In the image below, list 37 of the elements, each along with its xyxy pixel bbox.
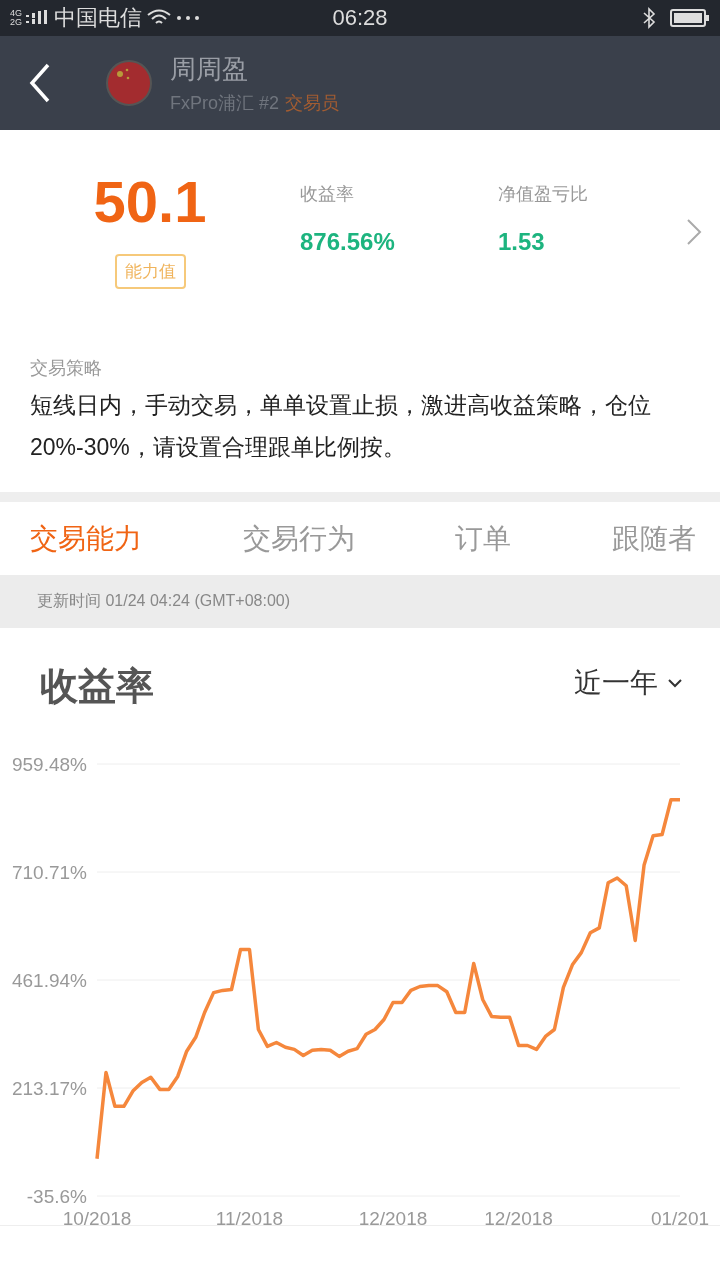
section-title: 交易策略 [30, 357, 103, 380]
y-tick-label: 710.71% [12, 862, 87, 883]
stat-value: 876.56% [300, 228, 396, 256]
stat-label: 净值盈亏比 [498, 183, 589, 206]
tab[interactable]: 交易能力 [30, 519, 142, 558]
more-icon [176, 15, 200, 21]
x-tick-label: 01/201 [650, 1208, 710, 1225]
network-type: 4G 2G [10, 9, 22, 27]
y-tick-label: 213.17% [12, 1078, 87, 1099]
tab[interactable]: 跟随者 [611, 519, 696, 558]
role-label: 交易员 [285, 91, 340, 115]
chart-title: 收益率 [40, 664, 154, 709]
clock: 06:28 [332, 5, 388, 31]
strategy-text: 短线日内，手动交易，单单设置止损，激进高收益策略，仓位20%-30%，请设置合理跟单比例按。 [30, 391, 652, 462]
battery-icon [670, 8, 710, 28]
flag-avatar-icon [106, 60, 152, 106]
x-tick-label: 12/2018 [484, 1208, 553, 1225]
x-tick-label: 12/2018 [358, 1208, 428, 1225]
x-tick-label: 11/2018 [215, 1208, 284, 1225]
stat-label: 收益率 [300, 183, 355, 206]
score-value: 50.1 [93, 170, 207, 234]
score-badge: 能力值 [114, 254, 186, 289]
carrier-name: 中国电信 [54, 4, 142, 32]
x-tick-label: 10/2018 [62, 1208, 132, 1225]
tab[interactable]: 交易行为 [242, 519, 355, 558]
period-dropdown[interactable]: 近一年 [574, 663, 682, 702]
signal-icon [26, 10, 48, 26]
bluetooth-icon [642, 7, 656, 29]
update-time: 更新时间 01/24 04:24 (GMT+08:00) [37, 591, 290, 611]
y-tick-label: 959.48% [12, 754, 87, 775]
y-tick-label: 461.94% [12, 970, 87, 991]
trader-name: 周周盈 [170, 52, 249, 86]
y-tick-label: -35.6% [26, 1186, 87, 1207]
tab[interactable]: 订单 [455, 519, 512, 558]
caret-icon [668, 677, 682, 688]
back-icon[interactable] [28, 63, 52, 103]
stat-value: 1.53 [498, 228, 546, 256]
